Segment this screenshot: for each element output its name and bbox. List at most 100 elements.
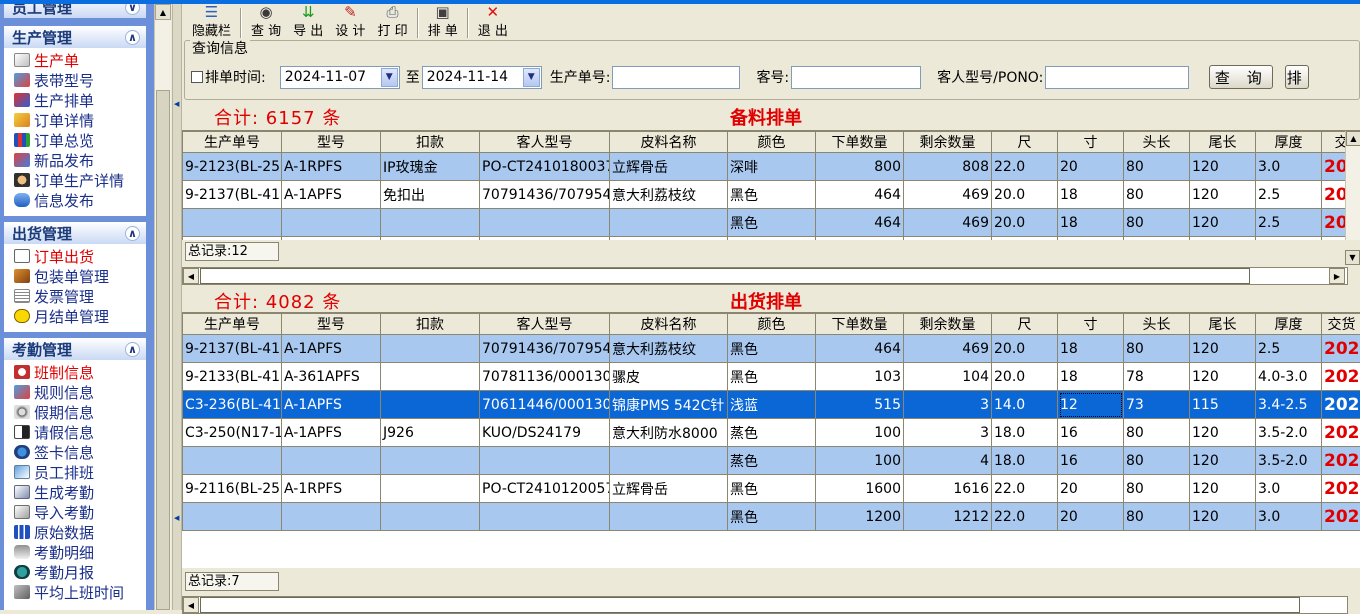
column-header[interactable]: 颜色 — [728, 132, 816, 153]
panel-splitter[interactable]: ◀ ◀ — [172, 4, 182, 610]
column-header[interactable]: 尺 — [992, 314, 1058, 335]
collapse-left-icon[interactable]: ◀ — [174, 100, 179, 108]
table-cell[interactable]: 黑色 — [728, 363, 816, 391]
table-cell[interactable]: 立辉骨岳 — [610, 475, 728, 503]
date-to-picker[interactable]: 2024-11-14 ▼ — [422, 66, 542, 89]
table-cell[interactable]: 3 — [904, 419, 992, 447]
scroll-left-icon[interactable]: ◀ — [183, 597, 199, 613]
table-cell[interactable]: 464 — [816, 335, 904, 363]
sidebar-item-holiday-info[interactable]: 假期信息 — [14, 402, 146, 422]
column-header[interactable]: 生产单号 — [183, 314, 282, 335]
table-cell[interactable]: C3-250(N17-1 — [183, 419, 282, 447]
scroll-up-icon[interactable]: ▲ — [155, 4, 171, 20]
sidebar-item-order-overview[interactable]: 订单总览 — [14, 130, 146, 150]
scroll-down-icon[interactable]: ▼ — [1345, 250, 1360, 265]
table-cell[interactable]: 120 — [1190, 503, 1256, 531]
query-button[interactable]: ◉查 询 — [245, 6, 287, 40]
table-cell[interactable]: 3 — [904, 391, 992, 419]
sidebar-item-rule-info[interactable]: 规则信息 — [14, 382, 146, 402]
table-row[interactable]: 黑色1200121222.020801203.02024 — [183, 503, 1360, 531]
table-cell[interactable]: 20 — [1058, 503, 1124, 531]
customer-model-input[interactable] — [1045, 66, 1189, 89]
table-row[interactable]: 9-2116(BL-25A-1RPFSPO-CT2410120057/立辉骨岳黑… — [183, 475, 1360, 503]
table-cell[interactable]: 16 — [1058, 447, 1124, 475]
table-cell[interactable]: 22.0 — [992, 153, 1058, 181]
table-cell[interactable]: 浅蓝 — [728, 391, 816, 419]
table-cell[interactable]: 黑色 — [728, 503, 816, 531]
table-cell[interactable] — [610, 447, 728, 475]
table-cell[interactable] — [480, 209, 610, 237]
sidebar-item-staff-schedule[interactable]: 员工排班 — [14, 462, 146, 482]
table-cell[interactable]: 18.0 — [992, 419, 1058, 447]
scroll-left-icon[interactable]: ◀ — [183, 268, 199, 284]
chevron-up-icon[interactable]: ∧ — [125, 342, 140, 357]
table-cell[interactable] — [381, 209, 480, 237]
table-cell[interactable]: 22.0 — [992, 503, 1058, 531]
sidebar-item-generate-attendance[interactable]: 生成考勤 — [14, 482, 146, 502]
table-cell[interactable]: 2.5 — [1256, 335, 1322, 363]
table-row[interactable]: 9-2133(BL-41A-361APFS70781136/0001306骡皮黑… — [183, 363, 1360, 391]
column-header[interactable]: 型号 — [282, 314, 381, 335]
table-cell[interactable]: 115 — [1190, 391, 1256, 419]
table-cell[interactable]: 1212 — [904, 503, 992, 531]
table-cell[interactable] — [183, 209, 282, 237]
date-from-picker[interactable]: 2024-11-07 ▼ — [280, 66, 400, 89]
table-cell[interactable]: 2024 — [1322, 335, 1360, 363]
table-cell[interactable]: 80 — [1124, 335, 1190, 363]
table-cell[interactable]: 120 — [1190, 475, 1256, 503]
table-cell[interactable]: 120 — [1190, 363, 1256, 391]
search-button[interactable]: 查 询 — [1209, 65, 1273, 89]
sidebar-item-import-attendance[interactable]: 导入考勤 — [14, 502, 146, 522]
sidebar-item-production-order[interactable]: 生产单 — [14, 50, 146, 70]
table-cell[interactable]: 20 — [1058, 153, 1124, 181]
table-cell[interactable]: 80 — [1124, 475, 1190, 503]
table-cell[interactable]: PO-CT2410120057/ — [480, 475, 610, 503]
table-cell[interactable]: 20.0 — [992, 181, 1058, 209]
prep-grid-hscroll[interactable]: ◀ ▶ — [182, 267, 1348, 285]
table-cell[interactable]: 469 — [904, 209, 992, 237]
column-header[interactable]: 寸 — [1058, 132, 1124, 153]
column-header[interactable]: 下单数量 — [816, 314, 904, 335]
table-cell[interactable] — [381, 475, 480, 503]
sidebar-item-average-work-time[interactable]: 平均上班时间 — [14, 582, 146, 602]
table-cell[interactable]: A-1APFS — [282, 181, 381, 209]
table-cell[interactable]: 20.0 — [992, 363, 1058, 391]
table-cell[interactable] — [480, 447, 610, 475]
table-cell[interactable] — [183, 447, 282, 475]
column-header[interactable]: 厚度 — [1256, 314, 1322, 335]
table-cell[interactable]: 80 — [1124, 209, 1190, 237]
order-no-input[interactable] — [612, 66, 740, 89]
table-cell[interactable]: 黑色 — [728, 475, 816, 503]
table-cell[interactable] — [381, 503, 480, 531]
table-cell[interactable]: 蒸色 — [728, 447, 816, 475]
sidebar-item-order-shipping[interactable]: 订单出货 — [14, 246, 146, 266]
table-row[interactable]: 黑色46446920.018801202.520 — [183, 209, 1360, 237]
table-cell[interactable] — [282, 503, 381, 531]
table-cell[interactable]: 3.0 — [1256, 503, 1322, 531]
table-cell[interactable]: A-1APFS — [282, 335, 381, 363]
column-header[interactable]: 颜色 — [728, 314, 816, 335]
sidebar-item-card-sign-info[interactable]: 签卡信息 — [14, 442, 146, 462]
ship-grid-hscroll[interactable]: ◀ — [182, 596, 1348, 614]
sidebar-item-attendance-detail[interactable]: 考勤明细 — [14, 542, 146, 562]
print-button[interactable]: ⎙打 印 — [371, 6, 413, 40]
table-cell[interactable]: 18 — [1058, 363, 1124, 391]
table-cell[interactable] — [282, 447, 381, 475]
table-cell[interactable]: 70781136/0001306 — [480, 363, 610, 391]
table-cell[interactable]: 104 — [904, 363, 992, 391]
table-cell[interactable]: 2.5 — [1256, 181, 1322, 209]
column-header[interactable]: 客人型号 — [480, 314, 610, 335]
table-cell[interactable]: 464 — [816, 181, 904, 209]
sidebar-item-shift-info[interactable]: 班制信息 — [14, 362, 146, 382]
table-cell[interactable]: 3.0 — [1256, 153, 1322, 181]
table-cell[interactable]: 9-2116(BL-25 — [183, 475, 282, 503]
table-cell[interactable]: 80 — [1124, 447, 1190, 475]
table-cell[interactable]: 2024 — [1322, 503, 1360, 531]
table-cell[interactable]: 2024 — [1322, 391, 1360, 419]
table-cell[interactable]: 515 — [816, 391, 904, 419]
table-cell[interactable]: J926 — [381, 419, 480, 447]
sidebar-item-info-publish[interactable]: 信息发布 — [14, 190, 146, 210]
table-cell[interactable] — [183, 503, 282, 531]
table-cell[interactable]: 18 — [1058, 209, 1124, 237]
table-cell[interactable]: 800 — [816, 153, 904, 181]
